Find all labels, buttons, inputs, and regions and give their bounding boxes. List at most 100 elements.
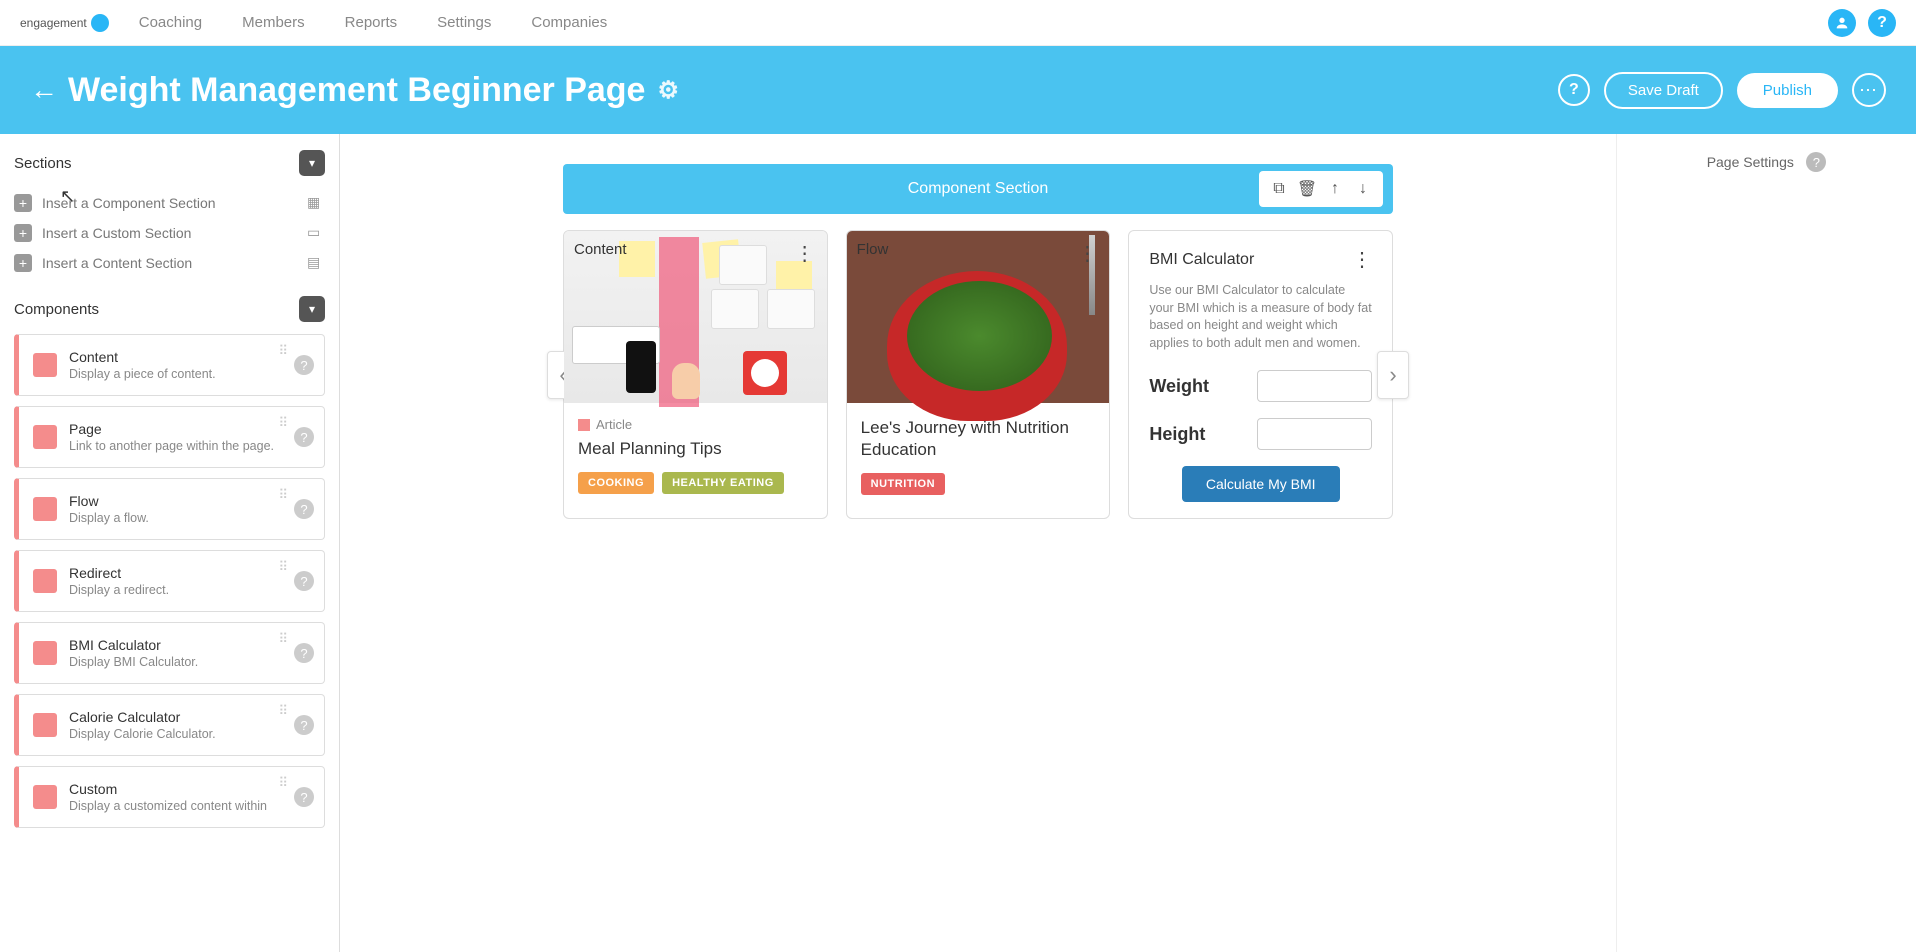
component-card-content[interactable]: ⠿ ? Content Display a piece of content. [14,334,325,396]
drag-handle-icon[interactable]: ⠿ [278,487,290,503]
card-type-label: Flow [857,241,889,258]
component-desc: Display BMI Calculator. [69,655,310,669]
component-desc: Link to another page within the page. [69,439,310,453]
card-menu-icon[interactable]: ⋮ [1352,247,1372,272]
weight-row: Weight [1149,370,1372,402]
calculator-icon [33,641,57,665]
content-card[interactable]: Content ⋮ Article Meal Planning Tips COO… [563,230,828,519]
component-title: BMI Calculator [69,637,310,653]
plus-icon: + [14,254,32,272]
logo[interactable]: engagement [20,14,109,32]
weight-input[interactable] [1257,370,1372,402]
tag-healthy-eating[interactable]: HEALTHY EATING [662,472,784,494]
component-card-bmi[interactable]: ⠿ ? BMI Calculator Display BMI Calculato… [14,622,325,684]
more-menu-icon[interactable]: ⋯ [1852,73,1886,107]
nav-link-coaching[interactable]: Coaching [139,14,202,31]
component-title: Flow [69,493,310,509]
back-arrow-icon[interactable]: ← [30,74,58,106]
duplicate-icon[interactable]: ⧉ [1267,177,1291,201]
right-panel: Page Settings ? [1616,134,1916,952]
tag-cooking[interactable]: COOKING [578,472,654,494]
component-card-page[interactable]: ⠿ ? Page Link to another page within the… [14,406,325,468]
card-menu-icon[interactable]: ⋮ [795,241,815,266]
height-row: Height [1149,418,1372,450]
publish-button[interactable]: Publish [1737,73,1838,108]
help-icon[interactable]: ? [294,571,314,591]
flow-card[interactable]: Flow ⋮ Lee's Journey with Nutrition Educ… [846,230,1111,519]
section-toolbar: ⧉ 🗑 ↑ ↓ [1259,171,1383,207]
drag-handle-icon[interactable]: ⠿ [278,775,290,791]
nav-link-companies[interactable]: Companies [531,14,607,31]
nav-right: ? [1828,9,1896,37]
content-icon [33,353,57,377]
delete-icon[interactable]: 🗑 [1295,177,1319,201]
help-icon[interactable]: ? [294,355,314,375]
component-title: Redirect [69,565,310,581]
move-up-icon[interactable]: ↑ [1323,177,1347,201]
left-panel: Sections ▾ + Insert a Component Section … [0,134,340,952]
card-image: Content ⋮ [564,231,827,403]
nav-link-members[interactable]: Members [242,14,305,31]
component-section-bar[interactable]: Component Section ⧉ 🗑 ↑ ↓ [563,164,1393,214]
component-card-custom[interactable]: ⠿ ? Custom Display a customized content … [14,766,325,828]
gear-icon[interactable]: ⚙ [657,76,679,105]
insert-label: Insert a Content Section [42,255,192,271]
drag-handle-icon[interactable]: ⠿ [278,559,290,575]
height-input[interactable] [1257,418,1372,450]
component-card-calorie[interactable]: ⠿ ? Calorie Calculator Display Calorie C… [14,694,325,756]
page-title-wrap: Weight Management Beginner Page ⚙ [68,71,1558,110]
drag-handle-icon[interactable]: ⠿ [278,415,290,431]
redirect-icon [33,569,57,593]
sections-header: Sections ▾ [14,150,325,176]
help-icon[interactable]: ? [1806,152,1826,172]
sections-collapse-icon[interactable]: ▾ [299,150,325,176]
help-icon[interactable]: ? [294,787,314,807]
components-collapse-icon[interactable]: ▾ [299,296,325,322]
page-header: ← Weight Management Beginner Page ⚙ ? Sa… [0,46,1916,134]
sections-title: Sections [14,155,72,172]
save-draft-button[interactable]: Save Draft [1604,72,1723,109]
bmi-card[interactable]: BMI Calculator ⋮ Use our BMI Calculator … [1128,230,1393,519]
drag-handle-icon[interactable]: ⠿ [278,703,290,719]
card-tags: NUTRITION [861,473,1096,495]
header-help-icon[interactable]: ? [1558,74,1590,106]
component-title: Page [69,421,310,437]
help-icon[interactable]: ? [294,715,314,735]
nav-link-reports[interactable]: Reports [345,14,398,31]
custom-icon [33,785,57,809]
components-title: Components [14,301,99,318]
main-layout: Sections ▾ + Insert a Component Section … [0,134,1916,952]
move-down-icon[interactable]: ↓ [1351,177,1375,201]
carousel-next-icon[interactable]: › [1377,351,1409,399]
weight-label: Weight [1149,376,1209,397]
cards-row: ‹ › Content ⋮ Article Meal Plan [563,230,1393,519]
component-card-redirect[interactable]: ⠿ ? Redirect Display a redirect. [14,550,325,612]
component-card-flow[interactable]: ⠿ ? Flow Display a flow. [14,478,325,540]
help-icon[interactable]: ? [294,427,314,447]
help-icon[interactable]: ? [294,499,314,519]
nav-link-settings[interactable]: Settings [437,14,491,31]
tag-nutrition[interactable]: NUTRITION [861,473,945,495]
flow-icon [33,497,57,521]
drag-handle-icon[interactable]: ⠿ [278,631,290,647]
calculate-bmi-button[interactable]: Calculate My BMI [1182,466,1340,502]
height-label: Height [1149,424,1205,445]
insert-component-section[interactable]: + Insert a Component Section ▦ [14,188,325,218]
user-icon[interactable] [1828,9,1856,37]
card-menu-icon[interactable]: ⋮ [1077,241,1097,266]
help-icon[interactable]: ? [294,643,314,663]
component-title: Content [69,349,310,365]
insert-label: Insert a Component Section [42,195,216,211]
bmi-title: BMI Calculator [1149,251,1254,269]
section-label: Component Section [908,180,1049,198]
page-settings-title: Page Settings [1707,154,1794,170]
component-desc: Display a flow. [69,511,310,525]
header-actions: ? Save Draft Publish ⋯ [1558,72,1886,109]
component-desc: Display a piece of content. [69,367,310,381]
insert-custom-section[interactable]: + Insert a Custom Section ▭ [14,218,325,248]
drag-handle-icon[interactable]: ⠿ [278,343,290,359]
insert-content-section[interactable]: + Insert a Content Section ▤ [14,248,325,278]
help-icon[interactable]: ? [1868,9,1896,37]
plus-icon: + [14,194,32,212]
card-content-type: Article [578,417,813,432]
